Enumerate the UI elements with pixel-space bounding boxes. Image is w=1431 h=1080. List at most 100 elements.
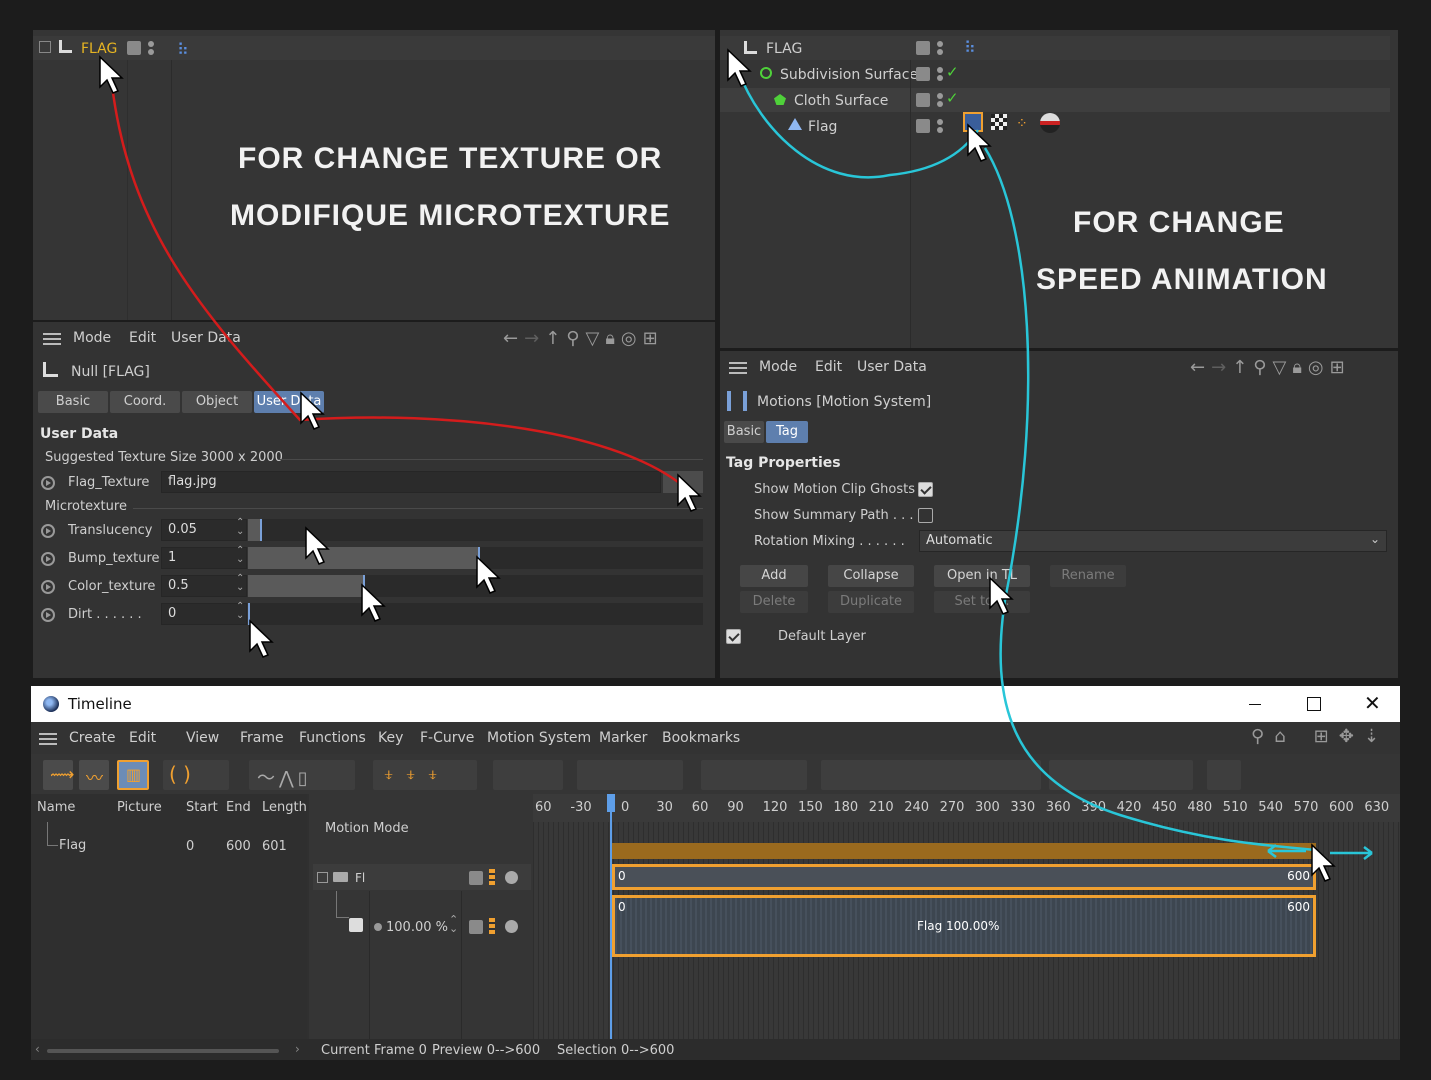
- search-icon[interactable]: ⚲: [1251, 726, 1274, 747]
- menu-edit[interactable]: Edit: [815, 359, 842, 375]
- target-icon[interactable]: ◎: [1308, 357, 1330, 378]
- menu-edit[interactable]: Edit: [129, 330, 156, 346]
- filter-icon[interactable]: ▽: [1272, 357, 1292, 378]
- forward-arrow-icon[interactable]: →: [524, 328, 545, 349]
- home-icon[interactable]: ⌂: [1274, 726, 1295, 747]
- layer-icon[interactable]: [127, 41, 141, 55]
- column-header[interactable]: Length: [262, 800, 307, 815]
- layer-icon[interactable]: [916, 119, 930, 133]
- slider-handle[interactable]: [363, 575, 365, 597]
- filter-icon[interactable]: ▽: [585, 328, 605, 349]
- timeline-menu-item[interactable]: Edit: [129, 730, 156, 746]
- motion-mode-button[interactable]: ▥: [117, 760, 149, 790]
- keyframe-toggle-icon[interactable]: [41, 476, 55, 490]
- add-button[interactable]: Add: [740, 565, 808, 587]
- tab-object[interactable]: Object: [182, 391, 252, 413]
- om-row-flag[interactable]: [720, 36, 1390, 60]
- menu-mode[interactable]: Mode: [759, 359, 797, 375]
- lock-icon[interactable]: 🔒︎: [605, 328, 621, 349]
- om-item-flag-mesh[interactable]: Flag: [808, 119, 837, 135]
- tab-basic[interactable]: Basic: [724, 421, 764, 443]
- cloth-tag-icon[interactable]: ⁘: [1016, 116, 1028, 132]
- chevron-down-icon[interactable]: ⌄: [1370, 532, 1380, 546]
- check-enabled-icon[interactable]: ✓: [946, 63, 959, 81]
- layer-icon[interactable]: [916, 41, 930, 55]
- param-value-field[interactable]: 0.05: [161, 519, 247, 541]
- motion-system-tag-icon[interactable]: [963, 112, 983, 132]
- material-tag-icon[interactable]: [1040, 113, 1060, 133]
- tag-hierarchy-icon[interactable]: ⠷: [964, 38, 976, 57]
- timeline-menu-item[interactable]: Key: [378, 730, 403, 746]
- row-name[interactable]: Flag: [59, 838, 86, 853]
- param-value-field[interactable]: 1: [161, 547, 247, 569]
- timeline-menu-item[interactable]: Motion System: [487, 730, 591, 746]
- interp-group-3[interactable]: [821, 760, 1041, 790]
- target-icon[interactable]: ◎: [621, 328, 643, 349]
- om-item-flag-null[interactable]: FLAG: [766, 41, 802, 57]
- key-mode-button[interactable]: ⟿: [43, 760, 74, 790]
- pin-icon[interactable]: ⇣: [1364, 726, 1389, 747]
- hamburger-menu-icon[interactable]: [729, 362, 747, 374]
- open-in-tl-button[interactable]: Open in TL: [934, 565, 1030, 587]
- hamburger-menu-icon[interactable]: [39, 733, 57, 745]
- clip-weight-value[interactable]: 100.00 %: [386, 920, 448, 935]
- new-panel-icon[interactable]: ⊞: [1314, 726, 1339, 747]
- search-icon[interactable]: ⚲: [566, 328, 585, 349]
- back-arrow-icon[interactable]: ←: [503, 328, 524, 349]
- rename-button[interactable]: Rename: [1050, 565, 1126, 587]
- timeline-menu-item[interactable]: Create: [69, 730, 116, 746]
- hamburger-menu-icon[interactable]: [43, 333, 61, 345]
- slider-handle[interactable]: [248, 603, 250, 625]
- playhead-handle[interactable]: [607, 794, 615, 812]
- enable-dot-icon[interactable]: [505, 871, 518, 884]
- solo-icon[interactable]: [489, 869, 495, 885]
- flag-texture-field[interactable]: flag.jpg: [161, 471, 661, 493]
- lock-icon[interactable]: 🔒︎: [1292, 357, 1308, 378]
- column-header[interactable]: Start: [186, 800, 218, 815]
- horizontal-scrollbar[interactable]: [47, 1049, 279, 1053]
- tag-hierarchy-icon[interactable]: ⠷: [177, 40, 189, 59]
- menu-mode[interactable]: Mode: [73, 330, 111, 346]
- visibility-dots-icon[interactable]: [937, 41, 943, 55]
- weight-stepper-icon[interactable]: ⌃ ⌄: [449, 914, 458, 934]
- column-header[interactable]: Name: [37, 800, 75, 815]
- keyframe-toggle-icon[interactable]: [41, 524, 55, 538]
- rotation-mixing-select[interactable]: Automatic: [919, 530, 1387, 552]
- visibility-dots-icon[interactable]: [937, 119, 943, 133]
- keyframe-toggle-icon[interactable]: [41, 608, 55, 622]
- new-panel-icon[interactable]: ⊞: [643, 328, 664, 349]
- set-to-button[interactable]: Set to ...: [934, 591, 1030, 613]
- keyframe-toggle-icon[interactable]: [41, 580, 55, 594]
- param-slider[interactable]: [248, 603, 703, 625]
- slider-handle[interactable]: [259, 519, 262, 541]
- timeline-menu-item[interactable]: Frame: [240, 730, 284, 746]
- timeline-menu-item[interactable]: F-Curve: [420, 730, 474, 746]
- up-arrow-icon[interactable]: ↑: [545, 328, 566, 349]
- timeline-menu-item[interactable]: Functions: [299, 730, 366, 746]
- column-header[interactable]: End: [226, 800, 251, 815]
- stepper-icon[interactable]: ⌃ ⌄: [236, 518, 244, 537]
- motion-clip[interactable]: 0 600 Flag 100.00%: [612, 895, 1316, 957]
- layer-icon[interactable]: [469, 920, 483, 934]
- duplicate-button[interactable]: Duplicate: [828, 591, 914, 613]
- fcurve-tools-group[interactable]: 〜⋀▯: [249, 760, 355, 790]
- enable-dot-icon[interactable]: [505, 920, 518, 933]
- slider-handle[interactable]: [478, 547, 480, 569]
- interp-group-4[interactable]: [1049, 760, 1193, 790]
- interp-group-2[interactable]: [701, 760, 807, 790]
- interp-group-1[interactable]: [577, 760, 683, 790]
- visibility-dots-icon[interactable]: [937, 93, 943, 107]
- fcurve-mode-button[interactable]: 〰: [79, 760, 109, 790]
- move-icon[interactable]: ✥: [1339, 726, 1364, 747]
- delete-button[interactable]: Delete: [740, 591, 808, 613]
- om-item-cloth[interactable]: Cloth Surface: [794, 93, 888, 109]
- column-header[interactable]: Picture: [117, 800, 162, 815]
- layer-name[interactable]: Fl: [355, 871, 365, 885]
- up-arrow-icon[interactable]: ↑: [1232, 357, 1253, 378]
- tab-basic[interactable]: Basic: [38, 391, 108, 413]
- layer-icon[interactable]: [916, 93, 930, 107]
- forward-arrow-icon[interactable]: →: [1211, 357, 1232, 378]
- visibility-dots-icon[interactable]: [148, 41, 154, 55]
- param-value-field[interactable]: 0: [161, 603, 247, 625]
- om-object-flag[interactable]: FLAG: [81, 41, 117, 57]
